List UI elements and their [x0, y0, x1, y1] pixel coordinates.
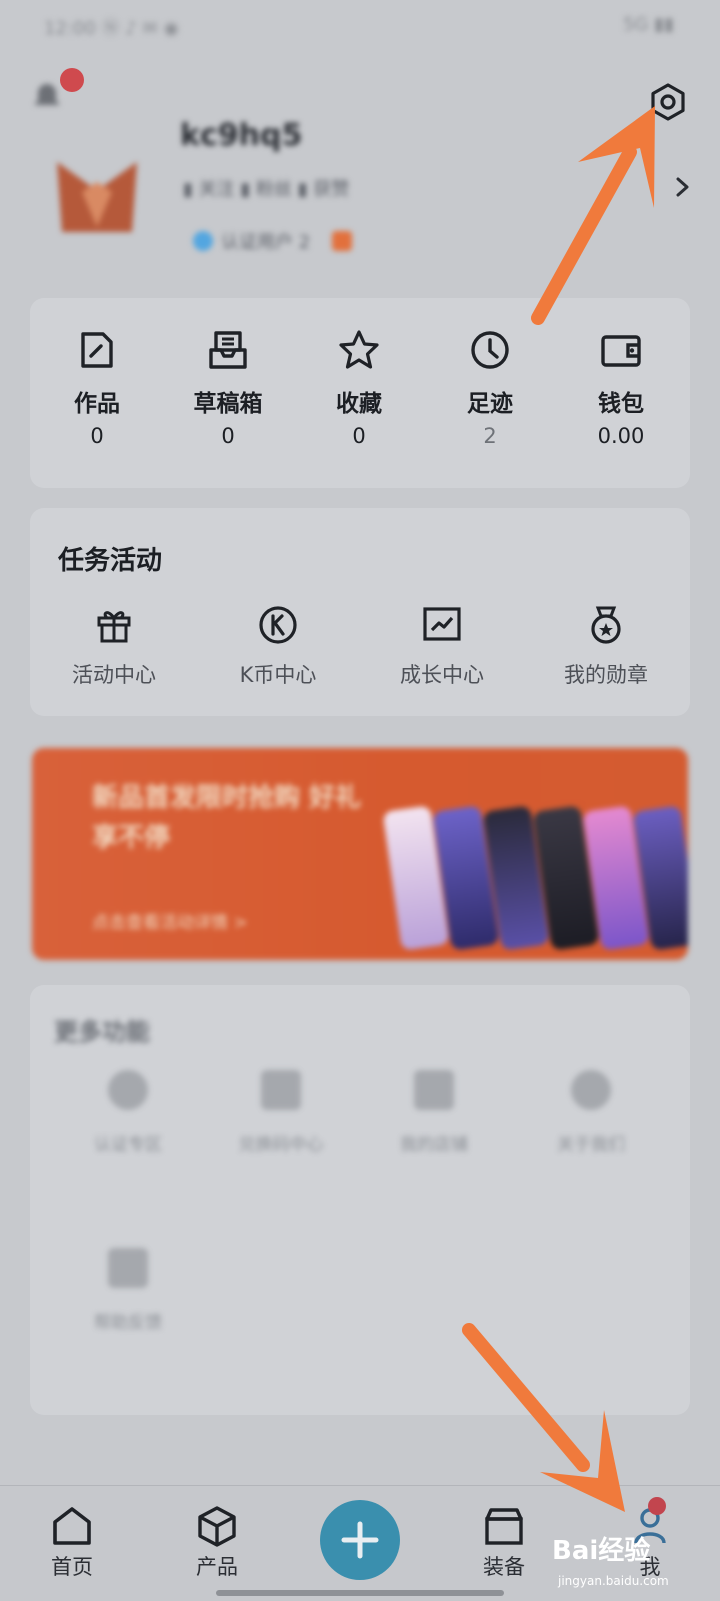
home-indicator	[216, 1590, 504, 1596]
task-item-k-coin-center[interactable]: K币中心	[203, 605, 353, 689]
quick-item-value: 0	[352, 424, 366, 448]
quick-item-value: 2	[483, 424, 497, 448]
banner-subline: 点击查看活动详情 >	[92, 913, 248, 933]
function-icon	[414, 1070, 454, 1110]
task-item-label: 活动中心	[72, 663, 156, 687]
more-functions-title: 更多功能	[54, 1018, 150, 1046]
more-item[interactable]: 关于我们	[516, 1070, 666, 1155]
arrow-to-settings	[531, 145, 637, 325]
profile-tags: 认证用户 2	[193, 228, 310, 254]
promo-banner[interactable]: 新品首发限时抢购 好礼享不停 点击查看活动详情 >	[32, 748, 688, 960]
quick-item-label: 足迹	[467, 391, 513, 417]
banner-headline: 新品首发限时抢购 好礼享不停	[92, 783, 362, 853]
notification-badge	[60, 68, 84, 92]
tab-label: 产品	[196, 1555, 238, 1579]
task-item-growth-center[interactable]: 成长中心	[367, 605, 517, 689]
quick-item-value: 0.00	[597, 424, 645, 448]
clock-icon	[471, 331, 509, 369]
medal-icon	[591, 606, 621, 644]
function-icon	[261, 1070, 301, 1110]
tab-products[interactable]: 产品	[177, 1505, 257, 1581]
status-left: 12:00 Ⓝ ♪ ✉ ◉	[44, 18, 180, 39]
edit-doc-icon	[81, 332, 113, 368]
quick-item-label: 收藏	[336, 391, 382, 417]
arrow-head-settings	[578, 106, 655, 208]
quick-item-drafts[interactable]: 草稿箱 0	[172, 328, 284, 478]
task-item-label: K币中心	[239, 663, 317, 687]
task-item-activity-center[interactable]: 活动中心	[39, 605, 189, 689]
more-item[interactable]: 我的店铺	[359, 1070, 509, 1155]
quick-item-wallet[interactable]: 钱包 0.00	[565, 328, 677, 478]
tab-label: 首页	[51, 1555, 93, 1579]
more-item[interactable]: 帮助反馈	[53, 1248, 203, 1333]
box-3d-icon	[198, 1506, 236, 1547]
more-functions-card	[30, 985, 690, 1415]
watermark: Bai经验 jingyan.baidu.com	[552, 1530, 712, 1600]
more-item-label: 兑换码中心	[238, 1135, 324, 1155]
plus-icon	[320, 1500, 400, 1580]
function-icon	[108, 1070, 148, 1110]
function-icon	[108, 1248, 148, 1288]
quick-item-label: 钱包	[598, 391, 644, 417]
task-item-label: 成长中心	[400, 663, 484, 687]
quick-item-works[interactable]: 作品 0	[41, 328, 153, 478]
tags-text: 认证用户 2	[221, 232, 311, 253]
more-item[interactable]: 认证专区	[53, 1070, 203, 1155]
task-item-my-medals[interactable]: 我的勋章	[531, 605, 681, 689]
watermark-url: jingyan.baidu.com	[558, 1574, 669, 1588]
tab-label: 装备	[483, 1555, 525, 1579]
avatar[interactable]	[52, 152, 142, 242]
quick-item-label: 草稿箱	[193, 391, 263, 417]
chevron-right-icon[interactable]	[675, 176, 691, 198]
tab-gear[interactable]: 装备	[464, 1505, 544, 1581]
gift-icon	[97, 611, 131, 643]
function-icon	[571, 1070, 611, 1110]
more-item[interactable]: 兑换码中心	[206, 1070, 356, 1155]
wallet-icon	[601, 335, 641, 367]
watermark-brand: Bai经验	[552, 1536, 651, 1566]
k-coin-icon	[259, 606, 297, 644]
home-icon	[53, 1507, 91, 1545]
level-icon	[332, 231, 352, 251]
quick-item-value: 0	[221, 424, 235, 448]
archive-box-icon	[485, 1508, 523, 1545]
username: kc9hq5	[180, 118, 303, 153]
quick-item-favorites[interactable]: 收藏 0	[303, 328, 415, 478]
quick-item-history[interactable]: 足迹 2	[434, 328, 546, 478]
task-item-label: 我的勋章	[564, 663, 648, 687]
more-item-label: 关于我们	[557, 1135, 625, 1155]
quick-item-label: 作品	[74, 391, 120, 417]
tab-home[interactable]: 首页	[32, 1505, 112, 1581]
status-right: 5G ▮▮	[623, 14, 674, 35]
more-item-label: 帮助反馈	[94, 1313, 162, 1333]
settings-hex-icon[interactable]	[648, 82, 688, 122]
status-bar: 12:00 Ⓝ ♪ ✉ ◉ 5G ▮▮	[0, 0, 720, 60]
more-item-label: 认证专区	[94, 1135, 162, 1155]
inbox-icon	[209, 331, 247, 369]
tasks-title: 任务活动	[58, 546, 163, 576]
more-item-label: 我的店铺	[400, 1135, 468, 1155]
profile-stats: ▮ 关注 ▮ 粉丝 ▮ 获赞	[183, 179, 350, 200]
star-icon	[339, 330, 379, 369]
notification-bell-icon[interactable]	[30, 78, 64, 112]
me-badge	[648, 1497, 666, 1515]
quick-item-value: 0	[90, 424, 104, 448]
growth-chart-icon	[423, 607, 461, 641]
